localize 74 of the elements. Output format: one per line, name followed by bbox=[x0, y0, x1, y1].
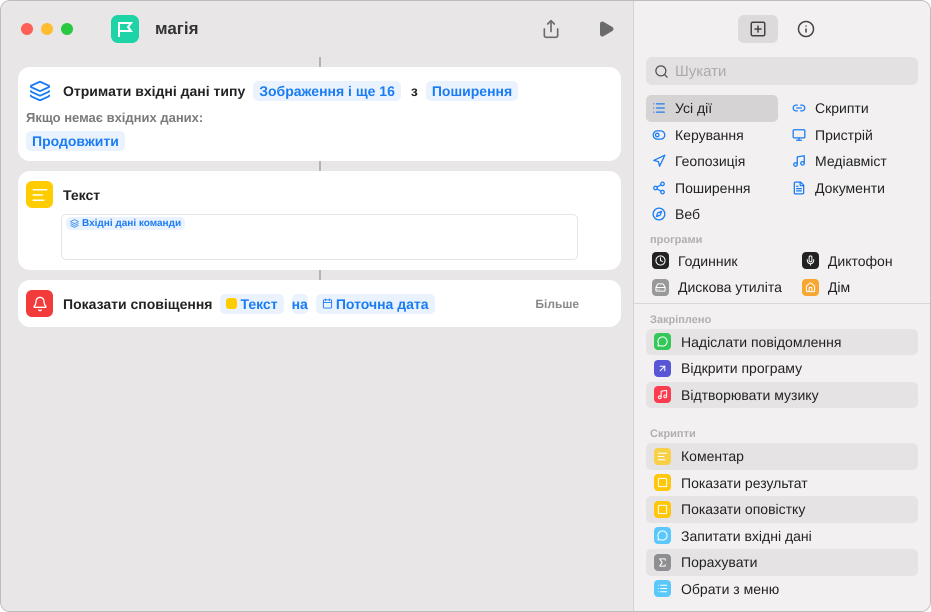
glyph-icon bbox=[657, 389, 668, 400]
search-icon bbox=[654, 64, 669, 79]
action-item[interactable]: Порахувати bbox=[646, 549, 918, 576]
window-title: магія bbox=[155, 19, 200, 39]
glyph-icon bbox=[655, 282, 666, 293]
glyph-icon bbox=[657, 477, 668, 488]
app-item[interactable]: Диктофон bbox=[796, 248, 918, 274]
source-token[interactable]: Поширення bbox=[426, 80, 518, 100]
fallback-token[interactable]: Продовжити bbox=[26, 131, 125, 151]
layers-icon bbox=[70, 219, 79, 228]
action-item[interactable]: Показати результат bbox=[646, 470, 918, 496]
action-item[interactable]: Коментар bbox=[646, 443, 918, 470]
music-note-icon bbox=[792, 154, 806, 168]
share-icon bbox=[541, 19, 561, 39]
compass-icon bbox=[652, 207, 666, 222]
glyph-icon bbox=[657, 530, 668, 542]
action-item[interactable]: Запитати вхідні дані bbox=[646, 522, 918, 549]
action-item[interactable]: Відтворювати музику bbox=[646, 382, 918, 408]
fallback-label: Якщо немає вхідних даних: bbox=[26, 110, 204, 125]
category-item[interactable]: Поширення bbox=[646, 174, 778, 201]
action-item[interactable]: Надіслати повідомлення bbox=[646, 328, 918, 355]
app-item[interactable]: Дім bbox=[796, 274, 918, 300]
close-button[interactable] bbox=[21, 23, 33, 35]
joiner-text: з bbox=[410, 82, 418, 98]
date-token[interactable]: Поточна дата bbox=[316, 294, 435, 314]
document-icon bbox=[792, 180, 806, 195]
category-item[interactable]: Медіавміст bbox=[786, 148, 918, 174]
action-item[interactable]: Обрати з меню bbox=[646, 576, 918, 602]
app-item[interactable]: Дискова утиліта bbox=[646, 274, 788, 300]
category-item[interactable]: Скрипти bbox=[786, 95, 918, 122]
type-token[interactable]: Зображення і ще 16 bbox=[253, 80, 401, 100]
location-arrow-icon bbox=[652, 154, 666, 168]
share-icon bbox=[652, 180, 666, 195]
app-item[interactable]: Годинник bbox=[646, 248, 788, 274]
category-item[interactable]: Веб bbox=[646, 201, 778, 228]
bell-icon bbox=[26, 290, 53, 317]
glyph-icon bbox=[655, 255, 666, 266]
glyph-icon bbox=[657, 504, 668, 515]
text-lines-icon bbox=[26, 181, 53, 208]
monitor-icon bbox=[792, 128, 806, 142]
section-heading: Скрипти bbox=[649, 427, 697, 442]
section-heading: Закріплено bbox=[649, 312, 712, 328]
glyph-icon bbox=[804, 255, 816, 266]
text-token[interactable]: Текст bbox=[220, 294, 284, 314]
search-field[interactable]: Шукати bbox=[646, 57, 918, 85]
category-item[interactable]: Пристрій bbox=[786, 122, 918, 148]
play-icon bbox=[597, 20, 615, 38]
list-icon bbox=[652, 101, 666, 116]
glyph-icon bbox=[657, 583, 668, 594]
joiner-text: на bbox=[292, 294, 308, 314]
text-field[interactable]: Вхідні дані команди bbox=[61, 214, 578, 260]
category-item[interactable]: Керування bbox=[646, 122, 778, 148]
category-item[interactable]: Документи bbox=[786, 174, 918, 201]
action-item[interactable]: Відкрити програму bbox=[646, 355, 918, 382]
square-plus-icon bbox=[749, 20, 767, 38]
glyph-icon bbox=[804, 282, 816, 293]
action-title: Показати сповіщення bbox=[63, 296, 212, 312]
glyph-icon bbox=[657, 336, 668, 348]
flag-icon bbox=[111, 15, 139, 43]
action-title: Отримати вхідні дані типу bbox=[63, 82, 246, 98]
action-item[interactable]: Показати оповістку bbox=[646, 496, 918, 522]
section-heading: програми bbox=[649, 232, 704, 248]
more-label[interactable]: Більше bbox=[535, 296, 579, 310]
variable-token[interactable]: Вхідні дані команди bbox=[66, 217, 186, 230]
category-item[interactable]: Усі дії bbox=[646, 95, 778, 122]
glyph-icon bbox=[657, 556, 668, 568]
glyph-icon bbox=[657, 362, 668, 374]
info-icon bbox=[797, 20, 815, 38]
category-item[interactable]: Геопозиція bbox=[646, 148, 778, 174]
glyph-icon bbox=[657, 450, 668, 462]
action-library-button[interactable] bbox=[738, 15, 778, 43]
action-title: Текст bbox=[63, 186, 100, 202]
calendar-icon bbox=[322, 298, 333, 309]
toggle-icon bbox=[652, 128, 666, 142]
